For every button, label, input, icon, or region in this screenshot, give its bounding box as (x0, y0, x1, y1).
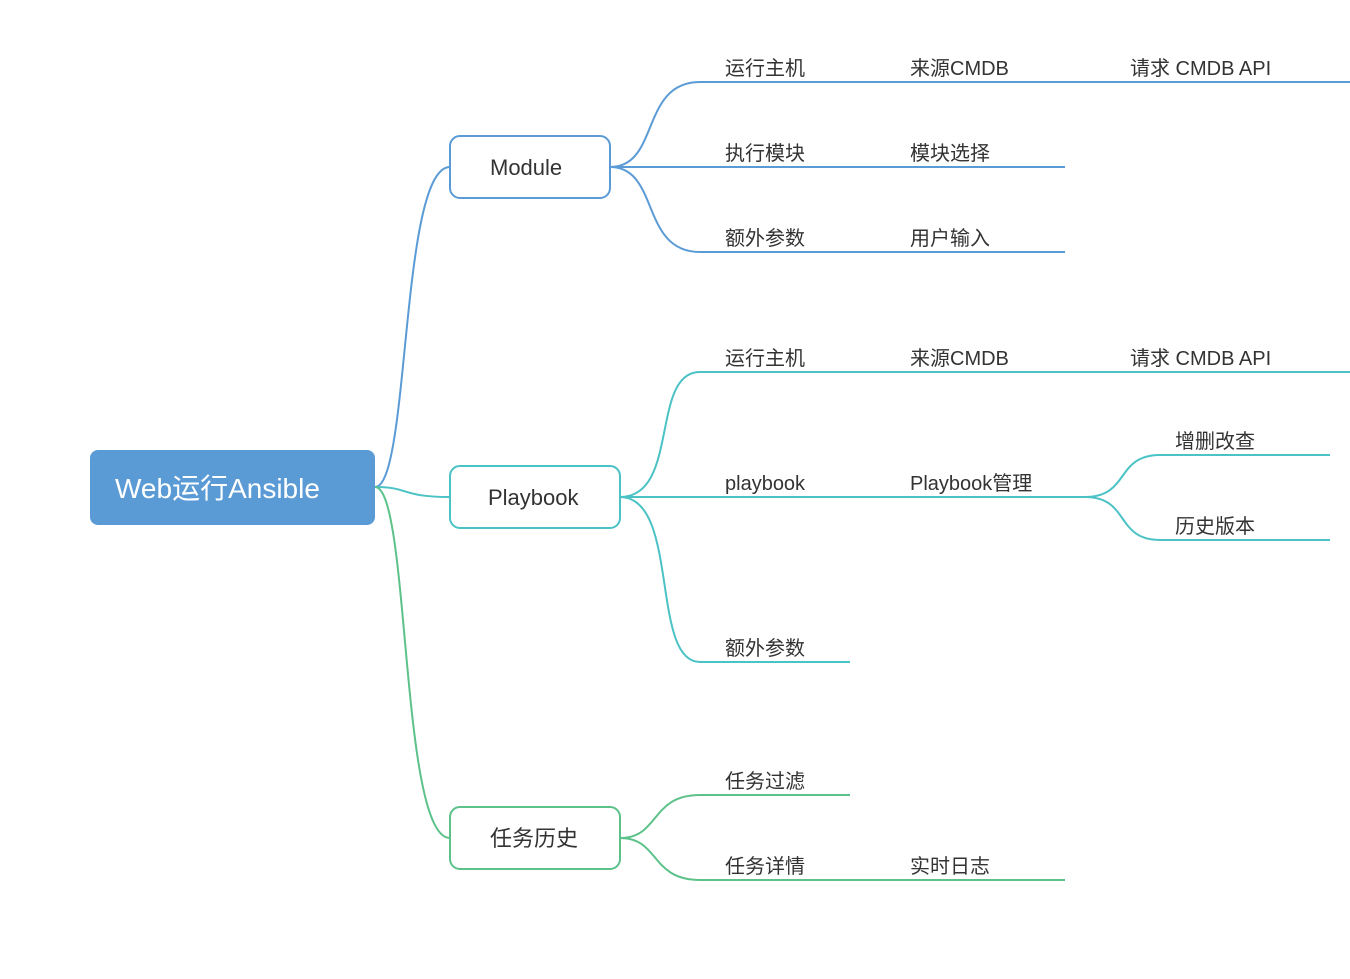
connector (375, 487, 450, 497)
connector (620, 838, 700, 880)
node-module-cmdb[interactable]: 来源CMDB (910, 57, 1009, 80)
node-pb-host[interactable]: 运行主机 (725, 347, 805, 370)
node-pb-playbook[interactable]: playbook (725, 473, 806, 495)
node-pb-cmdb[interactable]: 来源CMDB (910, 347, 1009, 370)
node-history-detail[interactable]: 任务详情 (725, 855, 805, 878)
node-pb-crud[interactable]: 增删改查 (1175, 430, 1255, 453)
connector (620, 372, 700, 497)
connector (375, 487, 450, 838)
connector (375, 167, 450, 487)
root-label: Web运行Ansible (115, 473, 320, 504)
connector (610, 167, 700, 252)
node-history-log[interactable]: 实时日志 (910, 855, 990, 878)
node-module-label: Module (490, 155, 562, 180)
node-module-select[interactable]: 模块选择 (910, 142, 990, 165)
node-pb-params[interactable]: 额外参数 (725, 637, 805, 660)
connector (620, 497, 700, 662)
node-playbook-label: Playbook (488, 485, 580, 510)
node-module-userinput[interactable]: 用户输入 (910, 227, 990, 250)
connector (1085, 497, 1160, 540)
node-module-api[interactable]: 请求 CMDB API (1130, 57, 1271, 80)
connector (610, 82, 700, 167)
node-module-host[interactable]: 运行主机 (725, 57, 805, 80)
node-pb-api[interactable]: 请求 CMDB API (1130, 347, 1271, 370)
node-history-filter[interactable]: 任务过滤 (725, 770, 805, 793)
node-pb-manage[interactable]: Playbook管理 (910, 472, 1032, 495)
node-pb-history-ver[interactable]: 历史版本 (1175, 515, 1255, 538)
node-module-exec[interactable]: 执行模块 (725, 142, 805, 165)
node-module-params[interactable]: 额外参数 (725, 227, 805, 250)
node-history-label: 任务历史 (490, 826, 578, 851)
connector (1085, 455, 1160, 497)
connector (620, 795, 700, 838)
